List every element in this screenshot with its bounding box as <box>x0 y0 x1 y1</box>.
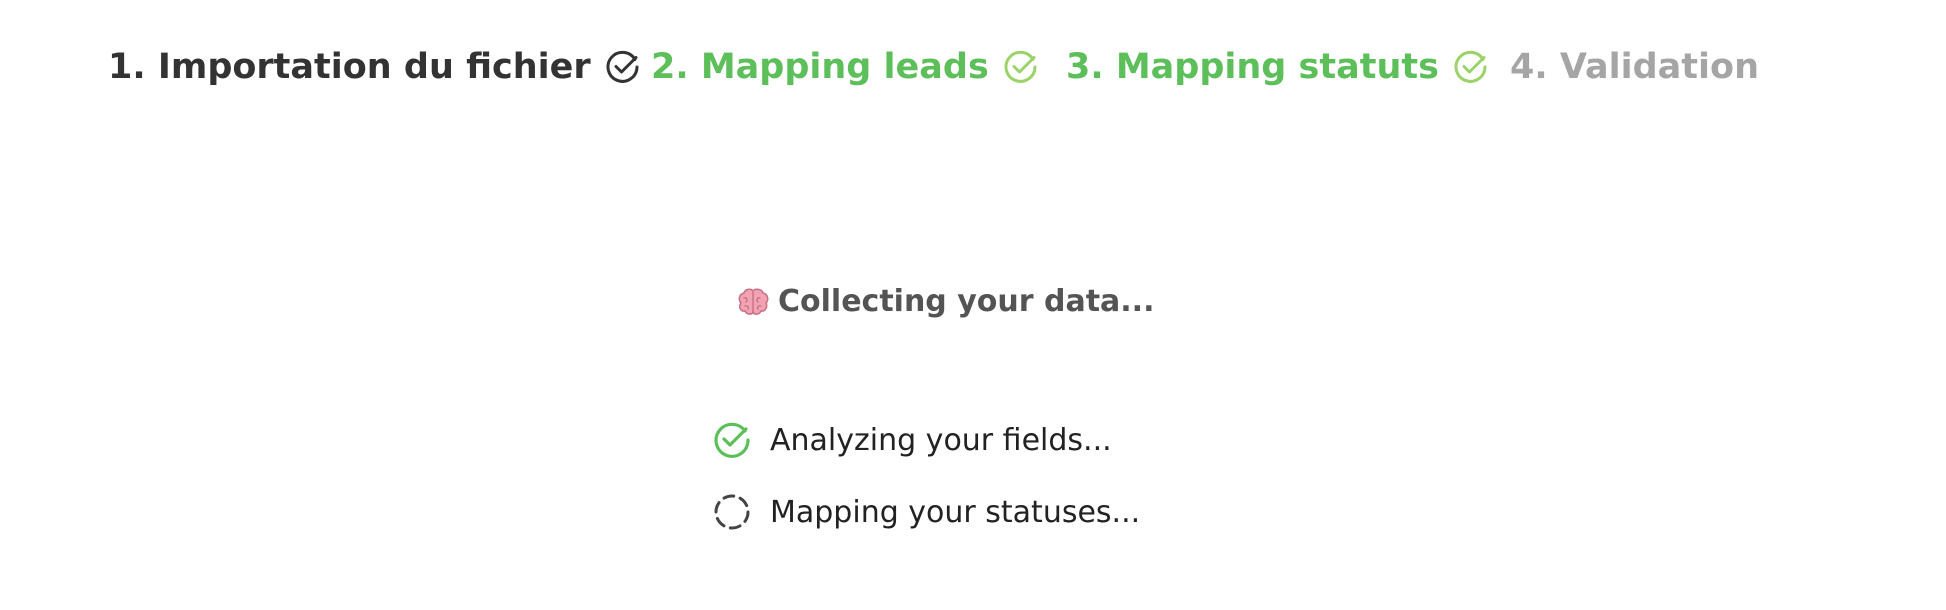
loading-spinner-icon <box>712 492 752 532</box>
check-circle-icon <box>605 49 641 85</box>
import-stepper: 1. Importation du fichier 2. Mapping lea… <box>0 0 1946 140</box>
task-label: Analyzing your fields... <box>770 422 1112 458</box>
check-circle-icon <box>712 420 752 460</box>
brain-icon <box>736 286 770 318</box>
step-validation[interactable]: 4. Validation <box>1510 44 1759 90</box>
step-mapping-statuts[interactable]: 3. Mapping statuts <box>1066 44 1489 90</box>
check-circle-icon <box>1003 49 1039 85</box>
task-mapping-statuses: Mapping your statuses... <box>712 490 1140 534</box>
step-importation[interactable]: 1. Importation du fichier <box>108 44 641 90</box>
task-analyzing-fields: Analyzing your fields... <box>712 418 1140 462</box>
step-mapping-leads[interactable]: 2. Mapping leads <box>651 44 1039 90</box>
status-title-text: Collecting your data... <box>778 284 1155 319</box>
step-label: 1. Importation du fichier <box>108 47 591 87</box>
task-label: Mapping your statuses... <box>770 494 1141 530</box>
step-label: 4. Validation <box>1510 47 1759 87</box>
step-label: 3. Mapping statuts <box>1066 47 1439 87</box>
check-circle-icon <box>1453 49 1489 85</box>
step-label: 2. Mapping leads <box>651 47 989 87</box>
status-heading: Collecting your data... <box>736 282 1154 322</box>
task-list: Analyzing your fields... Mapping your st… <box>712 418 1140 562</box>
